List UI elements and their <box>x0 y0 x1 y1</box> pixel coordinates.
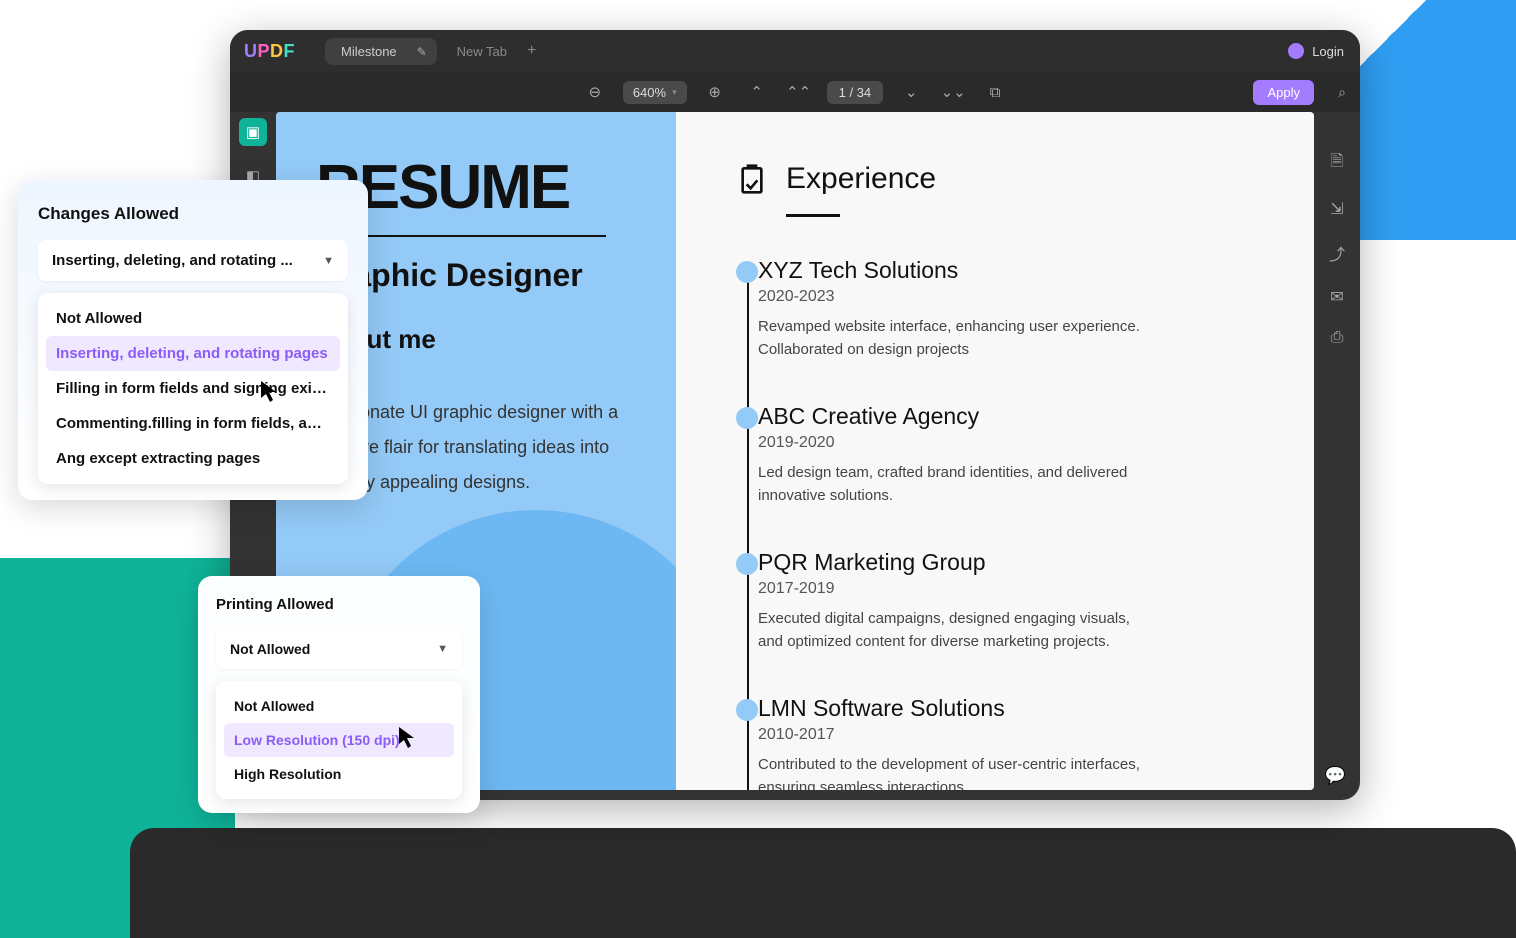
job-title: LMN Software Solutions <box>758 695 1274 722</box>
printing-allowed-popup: Printing Allowed Not Allowed ▼ Not Allow… <box>198 576 480 813</box>
dropdown-option[interactable]: Not Allowed <box>224 689 454 723</box>
job-dates: 2019-2020 <box>758 434 1274 452</box>
dropdown-option[interactable]: Filling in form fields and signing exist… <box>46 371 340 406</box>
job-dates: 2017-2019 <box>758 580 1274 598</box>
chat-icon[interactable]: 💬 <box>1325 766 1346 786</box>
caret-down-icon: ▼ <box>437 643 448 655</box>
timeline-item: LMN Software Solutions 2010-2017 Contribut… <box>758 695 1274 790</box>
job-desc: Led design team, crafted brand identitie… <box>758 462 1148 507</box>
page-indicator[interactable]: 1 / 34 <box>827 81 884 104</box>
job-dates: 2010-2017 <box>758 726 1274 744</box>
new-tab[interactable]: New Tab <box>457 44 507 59</box>
clipboard-icon <box>736 163 768 195</box>
avatar-icon <box>1288 43 1304 59</box>
job-title: ABC Creative Agency <box>758 403 1274 430</box>
pencil-icon: ✎ <box>417 45 427 59</box>
apply-button[interactable]: Apply <box>1253 80 1314 105</box>
popup-title: Changes Allowed <box>38 204 348 224</box>
mail-icon[interactable]: ✉ <box>1330 287 1343 307</box>
timeline-item: XYZ Tech Solutions 2020-2023 Revamped webs… <box>758 257 1274 361</box>
title-bar: UPDF Milestone ✎ New Tab + Login <box>230 30 1360 72</box>
dropdown-value: Not Allowed <box>230 641 310 657</box>
timeline-dot <box>736 261 758 283</box>
resume-right-panel: Experience XYZ Tech Solutions 2020-2023 Re… <box>676 112 1314 790</box>
share-icon[interactable]: ⤴ <box>1329 241 1345 265</box>
dropdown-value: Inserting, deleting, and rotating ... <box>52 252 293 269</box>
dropdown-option[interactable]: Ang except extracting pages <box>46 441 340 476</box>
dropdown-option[interactable]: Inserting, deleting, and rotating pages <box>46 336 340 371</box>
search-icon[interactable]: ⌕ <box>1338 84 1346 101</box>
zoom-level[interactable]: 640%▾ <box>623 81 687 104</box>
app-brand: UPDF <box>244 41 295 62</box>
job-desc: Executed digital campaigns, designed eng… <box>758 608 1148 653</box>
timeline-dot <box>736 699 758 721</box>
experience-timeline: XYZ Tech Solutions 2020-2023 Revamped webs… <box>736 257 1274 790</box>
job-desc: Revamped website interface, enhancing us… <box>758 316 1148 361</box>
printing-options-list: Not AllowedLow Resolution (150 dpi)High … <box>216 681 462 799</box>
timeline-dot <box>736 407 758 429</box>
job-desc: Contributed to the development of user-c… <box>758 754 1148 790</box>
caret-down-icon: ▼ <box>323 255 334 267</box>
login-button[interactable]: Login <box>1312 44 1344 59</box>
timeline-item: PQR Marketing Group 2017-2019 Executed dig… <box>758 549 1274 653</box>
file-icon[interactable]: 🗎 <box>1331 150 1344 177</box>
present-button[interactable]: ⧉ <box>981 78 1009 106</box>
last-page-button[interactable]: ⌄⌄ <box>939 78 967 106</box>
printing-dropdown[interactable]: Not Allowed ▼ <box>216 629 462 669</box>
job-dates: 2020-2023 <box>758 288 1274 306</box>
changes-options-list: Not AllowedInserting, deleting, and rota… <box>38 293 348 484</box>
timeline-dot <box>736 553 758 575</box>
changes-allowed-popup: Changes Allowed Inserting, deleting, and… <box>18 180 368 500</box>
right-sidebar: 🗎 ⇲ ⤴ ✉ ⎙ <box>1314 150 1360 347</box>
reader-tool-icon[interactable]: ▣ <box>239 118 267 146</box>
tab-active[interactable]: Milestone ✎ <box>325 38 437 65</box>
zoom-out-button[interactable]: ⊖ <box>581 78 609 106</box>
zoom-in-button[interactable]: ⊕ <box>701 78 729 106</box>
next-page-button[interactable]: ⌄ <box>897 78 925 106</box>
dropdown-option[interactable]: Not Allowed <box>46 301 340 336</box>
changes-dropdown[interactable]: Inserting, deleting, and rotating ... ▼ <box>38 240 348 281</box>
timeline-item: ABC Creative Agency 2019-2020 Led design t… <box>758 403 1274 507</box>
add-tab-button[interactable]: + <box>527 42 536 60</box>
toolbar: ⊖ 640%▾ ⊕ ⌃ ⌃⌃ 1 / 34 ⌄ ⌄⌄ ⧉ Apply ⌕ <box>230 72 1360 112</box>
dropdown-option[interactable]: High Resolution <box>224 757 454 791</box>
tab-label: Milestone <box>341 44 397 59</box>
dropdown-option[interactable]: Low Resolution (150 dpi) <box>224 723 454 757</box>
first-page-button[interactable]: ⌃⌃ <box>785 78 813 106</box>
experience-heading: Experience <box>786 162 936 196</box>
export-icon[interactable]: ⇲ <box>1330 199 1343 219</box>
underline <box>786 214 840 217</box>
prev-page-button[interactable]: ⌃ <box>743 78 771 106</box>
print-icon[interactable]: ⎙ <box>1331 329 1344 347</box>
decor-base-bar <box>130 828 1516 938</box>
job-title: PQR Marketing Group <box>758 549 1274 576</box>
caret-down-icon: ▾ <box>672 87 677 98</box>
popup-title: Printing Allowed <box>216 596 462 613</box>
job-title: XYZ Tech Solutions <box>758 257 1274 284</box>
dropdown-option[interactable]: Commenting.filling in form fields, and..… <box>46 406 340 441</box>
